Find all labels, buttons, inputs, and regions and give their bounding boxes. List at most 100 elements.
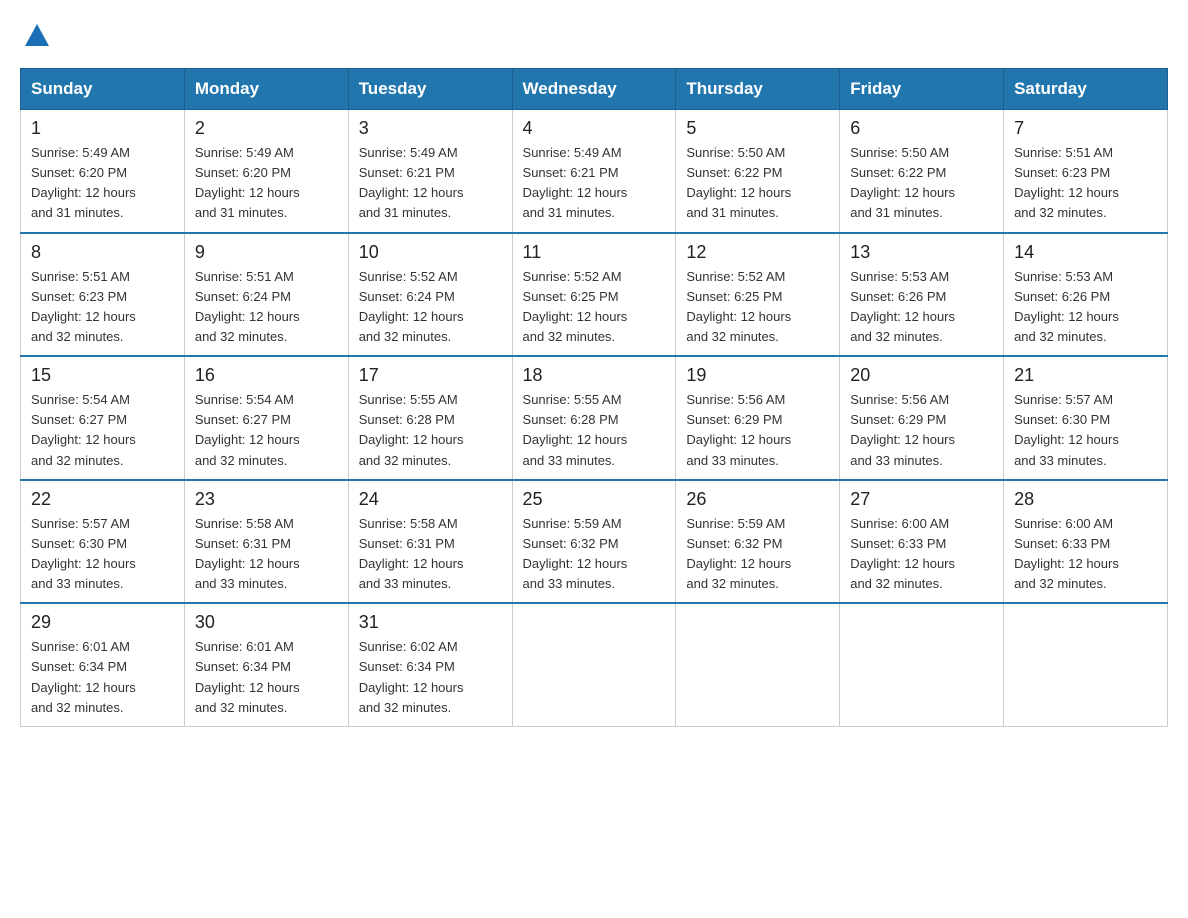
day-info: Sunrise: 5:53 AMSunset: 6:26 PMDaylight:… <box>850 269 955 344</box>
day-info: Sunrise: 5:54 AMSunset: 6:27 PMDaylight:… <box>31 392 136 467</box>
day-number: 8 <box>31 242 174 263</box>
day-info: Sunrise: 5:53 AMSunset: 6:26 PMDaylight:… <box>1014 269 1119 344</box>
calendar-cell: 29 Sunrise: 6:01 AMSunset: 6:34 PMDaylig… <box>21 603 185 726</box>
day-number: 1 <box>31 118 174 139</box>
day-number: 19 <box>686 365 829 386</box>
day-info: Sunrise: 6:01 AMSunset: 6:34 PMDaylight:… <box>195 639 300 714</box>
day-info: Sunrise: 5:49 AMSunset: 6:21 PMDaylight:… <box>523 145 628 220</box>
day-info: Sunrise: 5:56 AMSunset: 6:29 PMDaylight:… <box>850 392 955 467</box>
calendar-cell: 24 Sunrise: 5:58 AMSunset: 6:31 PMDaylig… <box>348 480 512 604</box>
day-number: 28 <box>1014 489 1157 510</box>
day-number: 13 <box>850 242 993 263</box>
day-number: 20 <box>850 365 993 386</box>
calendar-cell: 2 Sunrise: 5:49 AMSunset: 6:20 PMDayligh… <box>184 110 348 233</box>
calendar-cell: 11 Sunrise: 5:52 AMSunset: 6:25 PMDaylig… <box>512 233 676 357</box>
calendar-cell <box>1004 603 1168 726</box>
day-info: Sunrise: 5:56 AMSunset: 6:29 PMDaylight:… <box>686 392 791 467</box>
day-info: Sunrise: 5:51 AMSunset: 6:23 PMDaylight:… <box>31 269 136 344</box>
day-info: Sunrise: 5:57 AMSunset: 6:30 PMDaylight:… <box>1014 392 1119 467</box>
calendar-week-row: 29 Sunrise: 6:01 AMSunset: 6:34 PMDaylig… <box>21 603 1168 726</box>
calendar-cell: 28 Sunrise: 6:00 AMSunset: 6:33 PMDaylig… <box>1004 480 1168 604</box>
logo <box>20 28 51 50</box>
day-info: Sunrise: 6:00 AMSunset: 6:33 PMDaylight:… <box>1014 516 1119 591</box>
calendar-cell: 13 Sunrise: 5:53 AMSunset: 6:26 PMDaylig… <box>840 233 1004 357</box>
day-number: 10 <box>359 242 502 263</box>
day-info: Sunrise: 5:52 AMSunset: 6:24 PMDaylight:… <box>359 269 464 344</box>
day-number: 18 <box>523 365 666 386</box>
day-number: 11 <box>523 242 666 263</box>
logo-icon <box>23 22 51 50</box>
calendar-week-row: 1 Sunrise: 5:49 AMSunset: 6:20 PMDayligh… <box>21 110 1168 233</box>
day-info: Sunrise: 5:52 AMSunset: 6:25 PMDaylight:… <box>523 269 628 344</box>
calendar-week-row: 22 Sunrise: 5:57 AMSunset: 6:30 PMDaylig… <box>21 480 1168 604</box>
calendar-cell: 5 Sunrise: 5:50 AMSunset: 6:22 PMDayligh… <box>676 110 840 233</box>
day-number: 26 <box>686 489 829 510</box>
day-number: 27 <box>850 489 993 510</box>
day-info: Sunrise: 5:54 AMSunset: 6:27 PMDaylight:… <box>195 392 300 467</box>
calendar-table: SundayMondayTuesdayWednesdayThursdayFrid… <box>20 68 1168 727</box>
weekday-header-row: SundayMondayTuesdayWednesdayThursdayFrid… <box>21 69 1168 110</box>
calendar-cell: 15 Sunrise: 5:54 AMSunset: 6:27 PMDaylig… <box>21 356 185 480</box>
day-info: Sunrise: 5:49 AMSunset: 6:21 PMDaylight:… <box>359 145 464 220</box>
calendar-cell: 17 Sunrise: 5:55 AMSunset: 6:28 PMDaylig… <box>348 356 512 480</box>
day-number: 17 <box>359 365 502 386</box>
day-info: Sunrise: 5:49 AMSunset: 6:20 PMDaylight:… <box>31 145 136 220</box>
weekday-header-saturday: Saturday <box>1004 69 1168 110</box>
day-info: Sunrise: 5:51 AMSunset: 6:24 PMDaylight:… <box>195 269 300 344</box>
calendar-cell: 1 Sunrise: 5:49 AMSunset: 6:20 PMDayligh… <box>21 110 185 233</box>
calendar-cell: 22 Sunrise: 5:57 AMSunset: 6:30 PMDaylig… <box>21 480 185 604</box>
calendar-cell: 14 Sunrise: 5:53 AMSunset: 6:26 PMDaylig… <box>1004 233 1168 357</box>
calendar-cell: 21 Sunrise: 5:57 AMSunset: 6:30 PMDaylig… <box>1004 356 1168 480</box>
calendar-cell: 6 Sunrise: 5:50 AMSunset: 6:22 PMDayligh… <box>840 110 1004 233</box>
weekday-header-thursday: Thursday <box>676 69 840 110</box>
day-info: Sunrise: 5:55 AMSunset: 6:28 PMDaylight:… <box>359 392 464 467</box>
calendar-cell: 18 Sunrise: 5:55 AMSunset: 6:28 PMDaylig… <box>512 356 676 480</box>
weekday-header-friday: Friday <box>840 69 1004 110</box>
day-info: Sunrise: 5:57 AMSunset: 6:30 PMDaylight:… <box>31 516 136 591</box>
day-info: Sunrise: 5:50 AMSunset: 6:22 PMDaylight:… <box>850 145 955 220</box>
calendar-cell: 30 Sunrise: 6:01 AMSunset: 6:34 PMDaylig… <box>184 603 348 726</box>
day-number: 21 <box>1014 365 1157 386</box>
calendar-cell: 20 Sunrise: 5:56 AMSunset: 6:29 PMDaylig… <box>840 356 1004 480</box>
calendar-cell <box>512 603 676 726</box>
weekday-header-sunday: Sunday <box>21 69 185 110</box>
calendar-cell: 8 Sunrise: 5:51 AMSunset: 6:23 PMDayligh… <box>21 233 185 357</box>
calendar-cell: 27 Sunrise: 6:00 AMSunset: 6:33 PMDaylig… <box>840 480 1004 604</box>
day-info: Sunrise: 5:58 AMSunset: 6:31 PMDaylight:… <box>195 516 300 591</box>
calendar-cell: 26 Sunrise: 5:59 AMSunset: 6:32 PMDaylig… <box>676 480 840 604</box>
calendar-cell: 19 Sunrise: 5:56 AMSunset: 6:29 PMDaylig… <box>676 356 840 480</box>
day-number: 29 <box>31 612 174 633</box>
calendar-cell <box>840 603 1004 726</box>
day-info: Sunrise: 5:59 AMSunset: 6:32 PMDaylight:… <box>686 516 791 591</box>
header <box>20 20 1168 50</box>
calendar-cell: 12 Sunrise: 5:52 AMSunset: 6:25 PMDaylig… <box>676 233 840 357</box>
calendar-cell: 10 Sunrise: 5:52 AMSunset: 6:24 PMDaylig… <box>348 233 512 357</box>
day-number: 6 <box>850 118 993 139</box>
day-number: 4 <box>523 118 666 139</box>
day-info: Sunrise: 5:55 AMSunset: 6:28 PMDaylight:… <box>523 392 628 467</box>
day-number: 31 <box>359 612 502 633</box>
day-info: Sunrise: 5:59 AMSunset: 6:32 PMDaylight:… <box>523 516 628 591</box>
calendar-cell: 7 Sunrise: 5:51 AMSunset: 6:23 PMDayligh… <box>1004 110 1168 233</box>
day-number: 30 <box>195 612 338 633</box>
day-info: Sunrise: 5:51 AMSunset: 6:23 PMDaylight:… <box>1014 145 1119 220</box>
day-number: 3 <box>359 118 502 139</box>
day-number: 16 <box>195 365 338 386</box>
day-number: 22 <box>31 489 174 510</box>
day-number: 12 <box>686 242 829 263</box>
calendar-cell: 31 Sunrise: 6:02 AMSunset: 6:34 PMDaylig… <box>348 603 512 726</box>
day-number: 25 <box>523 489 666 510</box>
day-number: 23 <box>195 489 338 510</box>
day-number: 2 <box>195 118 338 139</box>
calendar-cell: 3 Sunrise: 5:49 AMSunset: 6:21 PMDayligh… <box>348 110 512 233</box>
calendar-cell <box>676 603 840 726</box>
calendar-cell: 9 Sunrise: 5:51 AMSunset: 6:24 PMDayligh… <box>184 233 348 357</box>
day-info: Sunrise: 5:49 AMSunset: 6:20 PMDaylight:… <box>195 145 300 220</box>
day-info: Sunrise: 5:58 AMSunset: 6:31 PMDaylight:… <box>359 516 464 591</box>
calendar-cell: 25 Sunrise: 5:59 AMSunset: 6:32 PMDaylig… <box>512 480 676 604</box>
weekday-header-wednesday: Wednesday <box>512 69 676 110</box>
calendar-cell: 4 Sunrise: 5:49 AMSunset: 6:21 PMDayligh… <box>512 110 676 233</box>
calendar-week-row: 8 Sunrise: 5:51 AMSunset: 6:23 PMDayligh… <box>21 233 1168 357</box>
day-number: 14 <box>1014 242 1157 263</box>
day-number: 9 <box>195 242 338 263</box>
